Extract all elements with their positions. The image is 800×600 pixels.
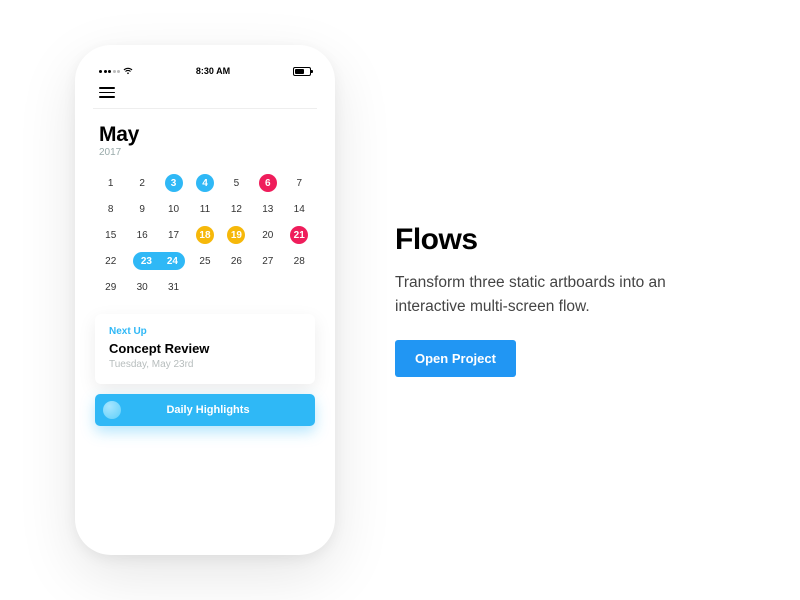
calendar-day[interactable]: 22: [95, 248, 126, 274]
calendar-day[interactable]: 19: [221, 222, 252, 248]
calendar-day[interactable]: 2324: [126, 248, 157, 274]
battery-icon: [293, 67, 311, 76]
calendar-day[interactable]: 8: [95, 196, 126, 222]
feature-body: Transform three static artboards into an…: [395, 271, 725, 318]
calendar-day[interactable]: 6: [252, 170, 283, 196]
open-project-button[interactable]: Open Project: [395, 340, 516, 377]
next-up-date: Tuesday, May 23rd: [109, 359, 301, 370]
calendar-day: [252, 274, 283, 300]
calendar-day[interactable]: 27: [252, 248, 283, 274]
calendar-day-marked[interactable]: 19: [227, 226, 245, 244]
calendar-day[interactable]: 21: [284, 222, 315, 248]
next-up-title: Concept Review: [109, 341, 301, 356]
calendar-day-marked[interactable]: 6: [259, 174, 277, 192]
status-left: [99, 67, 133, 75]
calendar-day[interactable]: 5: [221, 170, 252, 196]
calendar-day[interactable]: 31: [158, 274, 189, 300]
calendar-day: [221, 274, 252, 300]
calendar-day[interactable]: 18: [189, 222, 220, 248]
calendar-day-marked[interactable]: 18: [196, 226, 214, 244]
month-header: May 2017: [93, 109, 317, 164]
feature-heading: Flows: [395, 223, 725, 257]
calendar-day[interactable]: [158, 248, 189, 274]
calendar-day-marked[interactable]: 4: [196, 174, 214, 192]
calendar-day[interactable]: 4: [189, 170, 220, 196]
highlights-label: Daily Highlights: [109, 404, 307, 416]
status-right: [293, 67, 311, 76]
calendar-row: 151617 18 19 20 21: [95, 222, 315, 248]
calendar-day[interactable]: 12: [221, 196, 252, 222]
calendar-day[interactable]: 25: [189, 248, 220, 274]
calendar-day[interactable]: 28: [284, 248, 315, 274]
calendar-row: 1234567: [95, 170, 315, 196]
calendar-day: [284, 274, 315, 300]
calendar-day[interactable]: 29: [95, 274, 126, 300]
month-year: 2017: [99, 147, 311, 158]
calendar-day[interactable]: 30: [126, 274, 157, 300]
calendar-day[interactable]: 16: [126, 222, 157, 248]
calendar-day[interactable]: 13: [252, 196, 283, 222]
calendar-day[interactable]: 1: [95, 170, 126, 196]
month-name: May: [99, 123, 311, 147]
app-header: [93, 79, 317, 109]
calendar-day[interactable]: 2: [126, 170, 157, 196]
status-bar: 8:30 AM: [93, 63, 317, 79]
calendar-day-marked[interactable]: 3: [165, 174, 183, 192]
calendar-day[interactable]: 11: [189, 196, 220, 222]
calendar-day[interactable]: 3: [158, 170, 189, 196]
calendar-day[interactable]: 20: [252, 222, 283, 248]
calendar-row: 891011121314: [95, 196, 315, 222]
signal-icon: [99, 70, 120, 73]
calendar-grid[interactable]: 1234567891011121314151617181920212223242…: [93, 164, 317, 308]
calendar-day[interactable]: 10: [158, 196, 189, 222]
menu-icon[interactable]: [99, 87, 115, 98]
calendar-day[interactable]: 15: [95, 222, 126, 248]
daily-highlights-button[interactable]: Daily Highlights: [95, 394, 315, 426]
calendar-day[interactable]: 26: [221, 248, 252, 274]
calendar-day[interactable]: 9: [126, 196, 157, 222]
calendar-day-marked[interactable]: 21: [290, 226, 308, 244]
next-up-card[interactable]: Next Up Concept Review Tuesday, May 23rd: [95, 314, 315, 384]
calendar-day[interactable]: 7: [284, 170, 315, 196]
calendar-day[interactable]: 14: [284, 196, 315, 222]
calendar-day: [189, 274, 220, 300]
next-up-label: Next Up: [109, 326, 301, 337]
feature-copy: Flows Transform three static artboards i…: [395, 223, 725, 377]
calendar-row: 222324 25262728: [95, 248, 315, 274]
calendar-day[interactable]: 17: [158, 222, 189, 248]
status-time: 8:30 AM: [196, 66, 230, 76]
wifi-icon: [123, 67, 133, 75]
calendar-row: 293031: [95, 274, 315, 300]
phone-mockup: 8:30 AM May 2017 12345678910111213141516…: [75, 45, 335, 555]
